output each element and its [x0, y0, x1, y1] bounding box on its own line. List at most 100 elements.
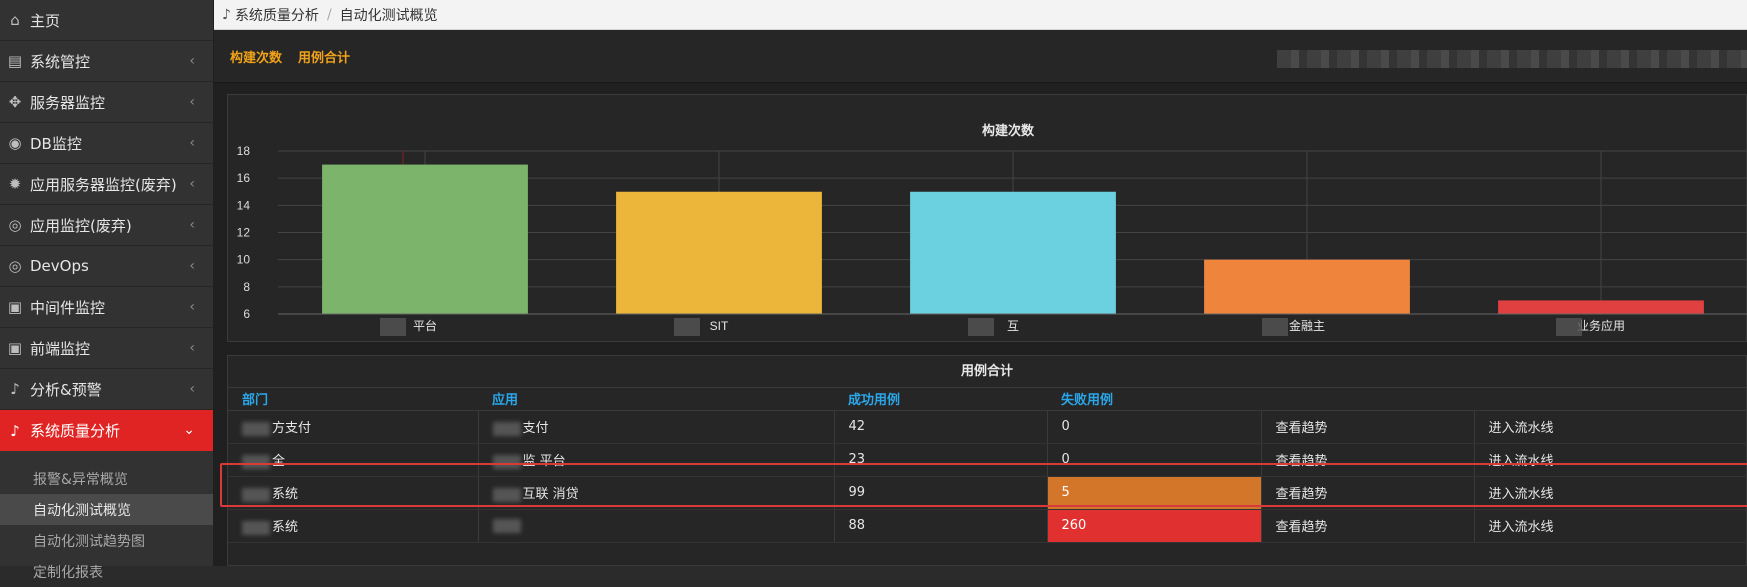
cases-link[interactable]: 用例合计: [298, 47, 350, 66]
sidebar-item-quality-analysis[interactable]: ♪ 系统质量分析 ⌄: [0, 410, 213, 451]
x-tick-label: 业务应用: [1577, 318, 1625, 333]
fail-count-cell: 0: [1047, 410, 1262, 444]
sidebar-item[interactable]: ◎ 应用监控(废弃) ‹: [0, 205, 213, 246]
gear-icon: ✹: [8, 175, 22, 193]
section-links: 构建次数 用例合计: [214, 30, 1747, 83]
sidebar-item[interactable]: ♪ 分析&预警 ‹: [0, 369, 213, 410]
sidebar-item[interactable]: ▣ 前端监控 ‹: [0, 328, 213, 369]
chevron-left-icon: ‹: [189, 176, 195, 192]
dept-cell: 系统: [228, 509, 479, 543]
chevron-down-icon: ⌄: [183, 422, 195, 438]
main-content: 构建次数 用例合计 构建次数 6 8 10 12 14 16 18 平台 SIT 互金融主 业务应用 …: [214, 30, 1747, 566]
view-trend-link-text: 查看趋势: [1275, 520, 1328, 535]
table-header-cell: [1261, 388, 1474, 411]
enter-pipeline-link-text: 进入流水线: [1488, 421, 1554, 436]
success-count-cell: 42: [834, 410, 1048, 444]
table-header-cell: [1474, 388, 1746, 411]
view-trend-link[interactable]: 查看趋势: [1261, 476, 1475, 510]
briefcase-icon: ▣: [7, 298, 23, 316]
bell-icon: ♪: [10, 421, 20, 440]
redacted-text: [242, 520, 270, 535]
chevron-left-icon: ‹: [189, 217, 195, 233]
dept-cell-text: 全: [272, 454, 286, 469]
chevron-left-icon: ‹: [189, 299, 195, 315]
view-trend-link[interactable]: 查看趋势: [1261, 509, 1475, 543]
y-tick-label: 12: [237, 226, 251, 240]
sidebar-item-label: 服务器监控: [30, 93, 106, 112]
case-summary-title: 用例合计: [228, 356, 1746, 388]
redacted-text: [492, 454, 521, 469]
view-trend-link-text: 查看趋势: [1275, 421, 1328, 436]
y-tick-label: 6: [243, 307, 250, 321]
dept-cell-text: 系统: [272, 487, 299, 502]
view-trend-link[interactable]: 查看趋势: [1261, 410, 1475, 444]
table-header-cell: 失败用例: [1047, 388, 1261, 411]
breadcrumb-parent[interactable]: 系统质量分析: [235, 5, 319, 25]
enter-pipeline-link[interactable]: 进入流水线: [1474, 410, 1746, 444]
sidebar-item[interactable]: ✥ 服务器监控 ‹: [0, 82, 213, 123]
x-tick-label: 互: [1007, 319, 1019, 333]
sidebar-item[interactable]: ▤ 系统管控 ‹: [0, 41, 213, 82]
x-tick-label: 金融主: [1289, 318, 1325, 333]
dept-cell: 方支付: [228, 410, 479, 444]
sidebar-item[interactable]: ◉ DB监控 ‹: [0, 123, 213, 164]
app-cell: 支付: [478, 410, 835, 444]
chevron-left-icon: ‹: [189, 135, 195, 151]
redacted-label: [968, 318, 994, 336]
dept-cell: 系统: [228, 476, 479, 510]
sidebar-item-label: 分析&预警: [30, 380, 102, 399]
enter-pipeline-link[interactable]: 进入流水线: [1474, 509, 1746, 543]
table-header-row: 部门 应用 成功用例 失败用例: [228, 388, 1746, 411]
redacted-label: [1556, 318, 1582, 336]
sidebar-item[interactable]: ▣ 中间件监控 ‹: [0, 287, 213, 328]
x-tick-label: 平台: [413, 318, 437, 333]
redacted-label: [674, 318, 700, 336]
enter-pipeline-link[interactable]: 进入流水线: [1474, 443, 1746, 477]
fail-count-cell-text: 0: [1061, 419, 1070, 434]
chevron-left-icon: ‹: [189, 94, 195, 110]
table-row: 系统 88 260 查看趋势 进入流水线: [228, 509, 1746, 543]
success-count-cell-text: 99: [848, 485, 866, 500]
view-trend-link[interactable]: 查看趋势: [1261, 443, 1475, 477]
submenu-item[interactable]: 自动化测试概览: [0, 494, 213, 525]
sidebar-item-label: 前端监控: [30, 339, 91, 358]
bar: [1204, 259, 1410, 314]
y-tick-label: 8: [243, 280, 250, 294]
chevron-left-icon: ‹: [189, 53, 195, 69]
sidebar-item-label: DevOps: [30, 257, 89, 275]
fail-count-cell: 5: [1047, 476, 1262, 510]
chevron-left-icon: ‹: [189, 381, 195, 397]
dept-cell-text: 方支付: [272, 421, 312, 436]
app-cell: 监 平台: [478, 443, 835, 477]
table-header-cell: 成功用例: [834, 388, 1047, 411]
submenu-item[interactable]: 定制化报表: [0, 556, 213, 587]
enter-pipeline-link-text: 进入流水线: [1488, 487, 1554, 502]
breadcrumb: ♪ 系统质量分析 / 自动化测试概览: [214, 0, 1747, 30]
bar: [616, 191, 822, 314]
success-count-cell-text: 88: [848, 518, 866, 533]
success-count-cell-text: 23: [848, 452, 866, 467]
redacted-text: [492, 421, 521, 436]
build-count-chart: 构建次数 6 8 10 12 14 16 18 平台 SIT 互 金融主 业务应用: [237, 123, 1747, 336]
view-trend-link-text: 查看趋势: [1275, 454, 1328, 469]
case-summary-panel: 用例合计 部门 应用 成功用例 失败用例 方支付 支付 42 0 查看趋势 进入流水线全监 平台…: [220, 355, 1747, 566]
sidebar-item[interactable]: ✹ 应用服务器监控(废弃) ‹: [0, 164, 213, 205]
sidebar-item[interactable]: ⌂ 主页: [0, 0, 213, 41]
builds-link[interactable]: 构建次数: [230, 47, 282, 66]
success-count-cell: 23: [834, 443, 1048, 477]
briefcase-icon: ▣: [7, 339, 23, 357]
sidebar-item[interactable]: ◎ DevOps ‹: [0, 246, 213, 287]
y-tick-label: 18: [237, 144, 251, 158]
enter-pipeline-link[interactable]: 进入流水线: [1474, 476, 1746, 510]
sidebar-item-label: 应用监控(废弃): [30, 216, 132, 235]
y-tick-label: 10: [237, 253, 251, 267]
case-summary-table: 部门 应用 成功用例 失败用例 方支付 支付 42 0 查看趋势 进入流水线全监 平台 23 0 查看…: [228, 388, 1746, 543]
eye-icon: ◎: [8, 257, 22, 275]
submenu-item[interactable]: 自动化测试趋势图: [0, 525, 213, 556]
sidebar-item-label: 主页: [30, 11, 61, 30]
fail-count-cell: 260: [1047, 509, 1262, 543]
submenu-item[interactable]: 报警&异常概览: [0, 463, 213, 494]
dept-cell-text: 系统: [272, 520, 299, 535]
crosshair-icon: ✥: [8, 93, 22, 111]
table-row: 全 监 平台 23 0 查看趋势 进入流水线: [228, 443, 1746, 477]
